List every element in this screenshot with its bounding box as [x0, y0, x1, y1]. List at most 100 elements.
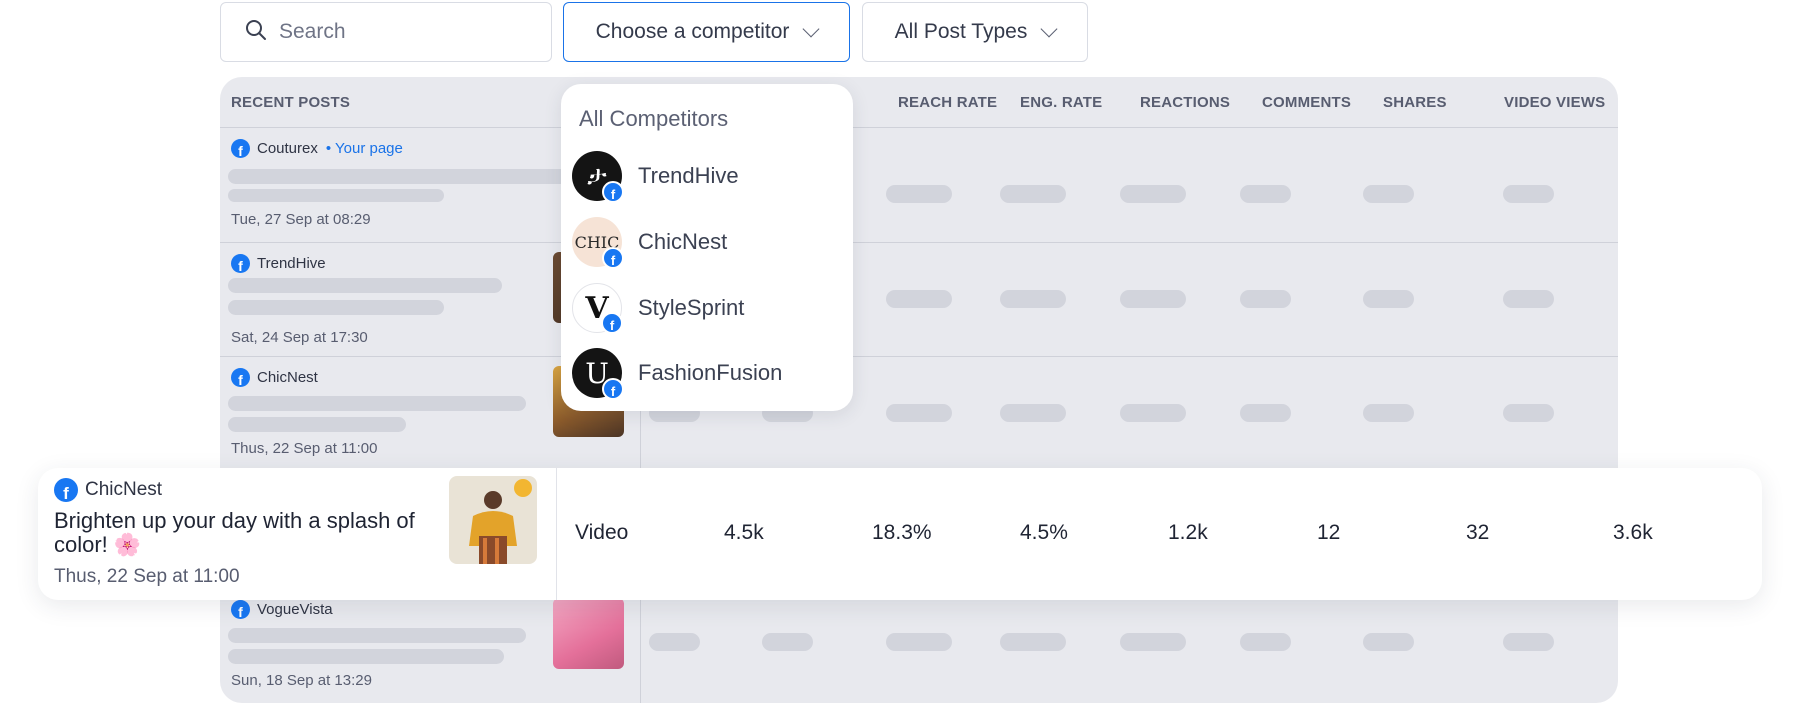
row-divider — [220, 356, 1618, 357]
reach-value: 4.5k — [724, 521, 764, 544]
page-name: VogueVista — [257, 601, 333, 618]
value-skeleton — [1503, 290, 1554, 308]
header-recent-posts[interactable]: RECENT POSTS — [231, 94, 350, 111]
search-placeholder: Search — [279, 20, 346, 43]
chevron-down-icon — [1040, 20, 1058, 37]
facebook-icon: f — [602, 247, 624, 269]
header-reactions[interactable]: REACTIONS — [1140, 94, 1230, 111]
value-skeleton — [1363, 404, 1414, 422]
facebook-icon: f — [231, 139, 250, 158]
text-skeleton — [228, 300, 444, 315]
row-divider — [220, 242, 1618, 243]
competitor-dropdown-menu: All Competitors ታ f TrendHive CHIC f Chi… — [561, 84, 853, 411]
value-skeleton — [1503, 185, 1554, 203]
highlighted-post-row[interactable]: f ChicNest Brighten up your day with a s… — [38, 468, 1762, 600]
table-row[interactable]: f VogueVista Sun, 18 Sep at 13:29 — [220, 588, 1618, 702]
text-skeleton — [228, 169, 568, 184]
text-skeleton — [228, 649, 504, 664]
facebook-icon: f — [231, 600, 250, 619]
value-skeleton — [1120, 633, 1186, 651]
facebook-icon: f — [602, 378, 624, 400]
facebook-icon: f — [54, 478, 78, 502]
menu-item-label: TrendHive — [638, 163, 739, 188]
eng-rate-value: 4.5% — [1020, 521, 1068, 544]
value-skeleton — [1000, 404, 1066, 422]
post-types-select[interactable]: All Post Types — [862, 2, 1088, 62]
value-skeleton — [1000, 290, 1066, 308]
menu-item-label: StyleSprint — [638, 295, 745, 320]
value-skeleton — [1363, 185, 1414, 203]
value-skeleton — [886, 290, 952, 308]
header-eng-rate[interactable]: ENG. RATE — [1020, 94, 1102, 111]
post-date: Thus, 22 Sep at 11:00 — [54, 566, 240, 587]
comments-value: 12 — [1317, 521, 1341, 544]
page-name: ChicNest — [85, 479, 163, 500]
text-skeleton — [228, 628, 526, 643]
menu-item-label: ChicNest — [638, 229, 728, 254]
table-row[interactable]: f TrendHive Sat, 24 Sep at 17:30 — [220, 242, 1618, 356]
page-name: Couturex — [257, 140, 318, 157]
post-thumbnail — [449, 476, 537, 564]
table-row[interactable]: f Couturex • Your page Tue, 27 Sep at 08… — [220, 127, 1618, 241]
column-divider — [556, 468, 557, 600]
menu-item-chicnest[interactable]: CHIC f ChicNest — [572, 217, 728, 269]
post-types-select-label: All Post Types — [894, 20, 1028, 43]
value-skeleton — [886, 185, 952, 203]
value-skeleton — [886, 633, 952, 651]
menu-item-fashionfusion[interactable]: U f FashionFusion — [572, 348, 783, 400]
facebook-icon: f — [231, 368, 250, 387]
row-page: f TrendHive — [231, 254, 326, 273]
value-skeleton — [1240, 633, 1291, 651]
post-thumbnail — [553, 598, 624, 669]
value-skeleton — [1120, 404, 1186, 422]
value-skeleton — [1000, 185, 1066, 203]
chicnest-avatar: CHIC f — [572, 217, 624, 269]
header-reach-rate[interactable]: REACH RATE — [898, 94, 997, 111]
value-skeleton — [1363, 290, 1414, 308]
text-skeleton — [228, 396, 526, 411]
reactions-value: 1.2k — [1168, 521, 1208, 544]
row-page: f Couturex • Your page — [231, 139, 403, 158]
value-skeleton — [1000, 633, 1066, 651]
video-views-value: 3.6k — [1613, 521, 1653, 544]
table-row[interactable]: f ChicNest Thus, 22 Sep at 11:00 — [220, 356, 1618, 470]
header-shares[interactable]: SHARES — [1383, 94, 1447, 111]
chevron-down-icon — [802, 20, 820, 37]
page-name: TrendHive — [257, 255, 326, 272]
value-skeleton — [762, 633, 813, 651]
stylesprint-avatar: V f — [572, 283, 623, 334]
text-skeleton — [228, 189, 444, 202]
menu-item-stylesprint[interactable]: V f StyleSprint — [572, 283, 745, 334]
header-comments[interactable]: COMMENTS — [1262, 94, 1351, 111]
your-page-badge: • Your page — [325, 140, 403, 157]
value-skeleton — [1503, 633, 1554, 651]
post-date: Sat, 24 Sep at 17:30 — [231, 329, 368, 346]
competitor-select-label: Choose a competitor — [595, 20, 790, 43]
facebook-icon: f — [601, 312, 623, 334]
row-page: f ChicNest — [231, 368, 318, 387]
menu-item-all-competitors[interactable]: All Competitors — [579, 106, 728, 132]
value-skeleton — [1240, 290, 1291, 308]
posts-table: RECENT POSTS REACH RATE ENG. RATE REACTI… — [220, 77, 1618, 703]
facebook-icon: f — [231, 254, 250, 273]
value-skeleton — [886, 404, 952, 422]
trendhive-avatar: ታ f — [572, 151, 624, 203]
facebook-icon: f — [602, 181, 624, 203]
header-video-views[interactable]: VIDEO VIEWS — [1504, 94, 1605, 111]
search-input[interactable]: Search — [220, 2, 552, 62]
menu-item-label: FashionFusion — [638, 360, 783, 385]
competitor-select[interactable]: Choose a competitor — [563, 2, 850, 62]
shares-value: 32 — [1466, 521, 1490, 544]
value-skeleton — [1503, 404, 1554, 422]
reach-rate-value: 18.3% — [872, 521, 932, 544]
value-skeleton — [1363, 633, 1414, 651]
post-date: Thus, 22 Sep at 11:00 — [231, 440, 378, 457]
text-skeleton — [228, 278, 502, 293]
post-date: Tue, 27 Sep at 08:29 — [231, 211, 371, 228]
post-date: Sun, 18 Sep at 13:29 — [231, 672, 372, 689]
post-caption: Brighten up your day with a splash of co… — [54, 508, 415, 557]
search-icon — [245, 19, 267, 46]
menu-item-trendhive[interactable]: ታ f TrendHive — [572, 151, 739, 203]
text-skeleton — [228, 417, 406, 432]
row-page: f ChicNest — [54, 478, 162, 502]
